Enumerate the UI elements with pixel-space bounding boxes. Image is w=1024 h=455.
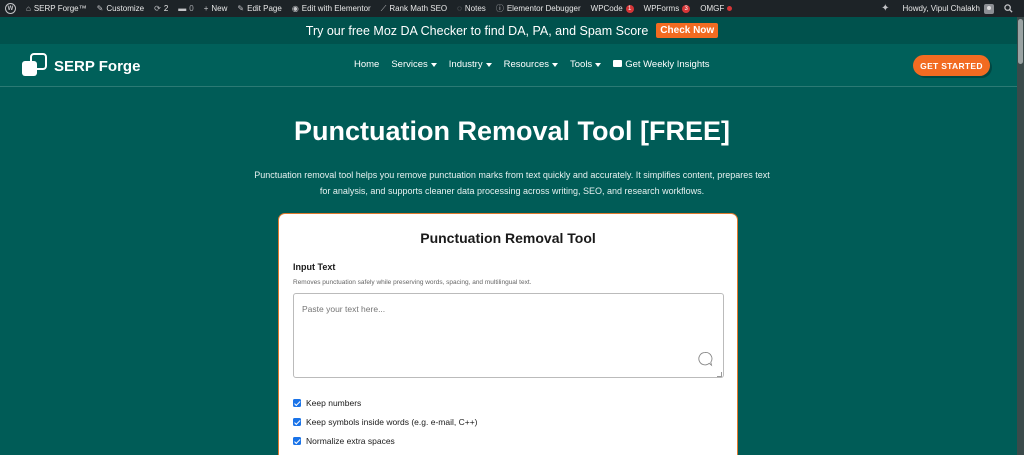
caret-down-icon [595, 62, 602, 67]
nav-resources[interactable]: Resources [504, 59, 558, 70]
nav-weekly-insights[interactable]: Get Weekly Insights [613, 59, 710, 70]
option-keep-numbers[interactable]: Keep numbers [293, 398, 361, 408]
comment-icon: ▬ [178, 4, 187, 13]
logo-text: SERP Forge [54, 57, 141, 75]
brush-icon: ✎ [96, 4, 104, 13]
pencil-icon: ✎ [237, 4, 245, 13]
tool-card: Punctuation Removal Tool Input Text Remo… [278, 213, 738, 455]
caret-down-icon [552, 62, 558, 67]
comments-link[interactable]: ▬ 0 [173, 0, 198, 17]
keep-numbers-checkbox[interactable] [293, 399, 301, 407]
wpforms-menu[interactable]: WPForms 3 [639, 0, 696, 17]
get-started-button[interactable]: GET STARTED [913, 55, 990, 76]
main-nav: Home Services Industry Resources Tools G… [354, 59, 722, 70]
input-hint: Removes punctuation safely while preserv… [293, 279, 532, 286]
refresh-icon: ⟳ [154, 4, 161, 13]
wpcode-menu[interactable]: WPCode 1 [586, 0, 639, 17]
notes-link[interactable]: ◌ Notes [452, 0, 491, 17]
input-label: Input Text [293, 262, 336, 272]
plus-icon: + [203, 4, 209, 13]
status-dot-icon [727, 6, 733, 11]
rank-math-menu[interactable]: ⟋ Rank Math SEO [376, 0, 452, 17]
nav-tools[interactable]: Tools [570, 59, 602, 70]
option-normalize-spaces[interactable]: Normalize extra spaces [293, 436, 395, 446]
ai-assistant-button[interactable]: ✦ [876, 0, 897, 17]
normalize-spaces-checkbox[interactable] [293, 437, 301, 445]
account-menu[interactable]: Howdy, Vipul Chalakh [897, 0, 999, 17]
info-icon: ⓘ [495, 4, 504, 13]
page-scrollbar[interactable] [1017, 17, 1024, 455]
briefcase-icon [613, 60, 623, 67]
logo-icon [22, 53, 48, 79]
scrollbar-thumb[interactable] [1018, 19, 1023, 64]
search-icon [1004, 4, 1013, 13]
site-name-menu[interactable]: ⌂ SERP Forge™ [21, 0, 92, 17]
nav-services[interactable]: Services [391, 59, 437, 70]
home-icon: ⌂ [26, 4, 31, 13]
wordpress-icon: W [5, 3, 16, 14]
page-title: Punctuation Removal Tool [FREE] [293, 116, 730, 146]
updates-link[interactable]: ⟳ 2 [149, 0, 173, 17]
edit-page-link[interactable]: ✎ Edit Page [232, 0, 286, 17]
page-description: Punctuation removal tool helps you remov… [254, 170, 770, 196]
promo-text: Try our free Moz DA Checker to find DA, … [305, 23, 649, 38]
edit-elementor-link[interactable]: ◉ Edit with Elementor [287, 0, 376, 17]
site-header: SERP Forge Home Services Industry Resour… [0, 44, 1024, 87]
nav-home[interactable]: Home [354, 59, 379, 70]
sparkle-icon: ✦ [881, 3, 890, 14]
site-logo[interactable]: SERP Forge [22, 53, 140, 79]
option-keep-symbols[interactable]: Keep symbols inside words (e.g. e-mail, … [293, 417, 478, 427]
avatar [984, 3, 994, 14]
keep-symbols-checkbox[interactable] [293, 418, 301, 426]
new-content-menu[interactable]: + New [199, 0, 233, 17]
elementor-icon: ◉ [291, 4, 299, 13]
wpforms-badge: 3 [682, 4, 691, 13]
customize-link[interactable]: ✎ Customize [92, 0, 150, 17]
lightbulb-icon: ◌ [457, 4, 462, 13]
chart-icon: ⟋ [380, 3, 387, 13]
wp-logo-menu[interactable]: W [0, 0, 21, 17]
wpcode-badge: 1 [625, 4, 634, 13]
nav-industry[interactable]: Industry [449, 59, 492, 70]
tool-title: Punctuation Removal Tool [420, 230, 596, 246]
check-now-button[interactable]: Check Now [656, 23, 719, 38]
elementor-debugger-menu[interactable]: ⓘ Elementor Debugger [491, 0, 586, 17]
wp-admin-bar: W ⌂ SERP Forge™ ✎ Customize ⟳ 2 ▬ 0 + New ✎ Ed… [0, 0, 1024, 17]
caret-down-icon [430, 62, 437, 67]
promo-bar: Try our free Moz DA Checker to find DA, … [0, 17, 1024, 44]
input-textarea[interactable] [293, 293, 724, 378]
omgf-menu[interactable]: OMGF [695, 0, 737, 17]
caret-down-icon [485, 62, 492, 67]
resize-handle[interactable] [717, 372, 722, 377]
admin-search-button[interactable] [999, 0, 1018, 17]
grammarly-bubble-icon[interactable] [697, 351, 713, 367]
